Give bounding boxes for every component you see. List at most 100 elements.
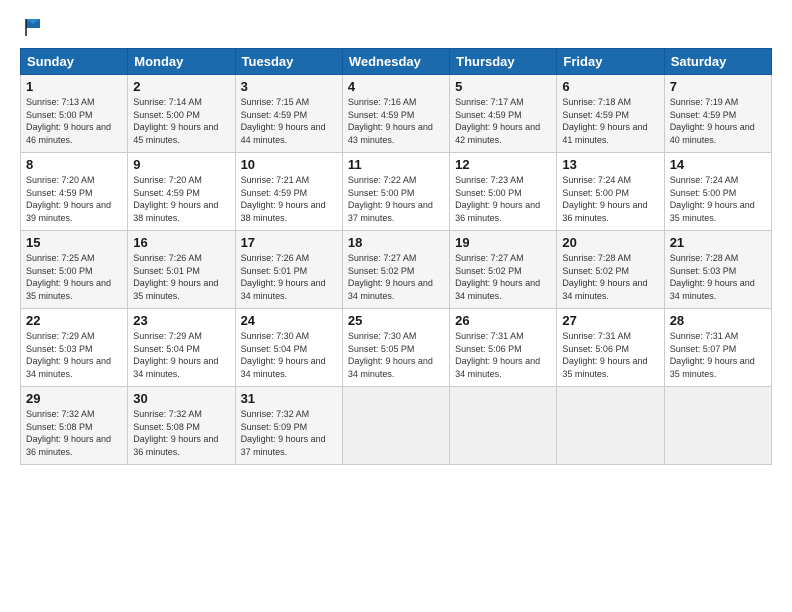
calendar-day-cell: 2 Sunrise: 7:14 AM Sunset: 5:00 PM Dayli… [128,75,235,153]
day-info: Sunrise: 7:24 AM Sunset: 5:00 PM Dayligh… [562,175,647,223]
day-number: 15 [26,235,122,250]
weekday-header: Tuesday [235,49,342,75]
day-number: 6 [562,79,658,94]
calendar-day-cell: 7 Sunrise: 7:19 AM Sunset: 4:59 PM Dayli… [664,75,771,153]
calendar-day-cell: 25 Sunrise: 7:30 AM Sunset: 5:05 PM Dayl… [342,309,449,387]
day-info: Sunrise: 7:21 AM Sunset: 4:59 PM Dayligh… [241,175,326,223]
day-number: 30 [133,391,229,406]
day-info: Sunrise: 7:27 AM Sunset: 5:02 PM Dayligh… [348,253,433,301]
day-number: 31 [241,391,337,406]
day-info: Sunrise: 7:28 AM Sunset: 5:03 PM Dayligh… [670,253,755,301]
day-number: 19 [455,235,551,250]
weekday-header: Friday [557,49,664,75]
calendar-table: SundayMondayTuesdayWednesdayThursdayFrid… [20,48,772,465]
day-number: 18 [348,235,444,250]
day-number: 26 [455,313,551,328]
calendar-day-cell: 16 Sunrise: 7:26 AM Sunset: 5:01 PM Dayl… [128,231,235,309]
day-info: Sunrise: 7:20 AM Sunset: 4:59 PM Dayligh… [26,175,111,223]
day-info: Sunrise: 7:22 AM Sunset: 5:00 PM Dayligh… [348,175,433,223]
calendar-day-cell: 9 Sunrise: 7:20 AM Sunset: 4:59 PM Dayli… [128,153,235,231]
day-number: 27 [562,313,658,328]
day-info: Sunrise: 7:24 AM Sunset: 5:00 PM Dayligh… [670,175,755,223]
day-number: 1 [26,79,122,94]
calendar-empty-cell [450,387,557,465]
weekday-header: Sunday [21,49,128,75]
day-info: Sunrise: 7:14 AM Sunset: 5:00 PM Dayligh… [133,97,218,145]
day-info: Sunrise: 7:31 AM Sunset: 5:07 PM Dayligh… [670,331,755,379]
day-number: 22 [26,313,122,328]
day-info: Sunrise: 7:27 AM Sunset: 5:02 PM Dayligh… [455,253,540,301]
day-number: 25 [348,313,444,328]
calendar-day-cell: 18 Sunrise: 7:27 AM Sunset: 5:02 PM Dayl… [342,231,449,309]
day-info: Sunrise: 7:26 AM Sunset: 5:01 PM Dayligh… [133,253,218,301]
day-info: Sunrise: 7:25 AM Sunset: 5:00 PM Dayligh… [26,253,111,301]
day-number: 11 [348,157,444,172]
calendar-week-row: 8 Sunrise: 7:20 AM Sunset: 4:59 PM Dayli… [21,153,772,231]
calendar-header-row: SundayMondayTuesdayWednesdayThursdayFrid… [21,49,772,75]
day-number: 8 [26,157,122,172]
day-info: Sunrise: 7:13 AM Sunset: 5:00 PM Dayligh… [26,97,111,145]
day-info: Sunrise: 7:19 AM Sunset: 4:59 PM Dayligh… [670,97,755,145]
day-info: Sunrise: 7:32 AM Sunset: 5:08 PM Dayligh… [133,409,218,457]
calendar-week-row: 15 Sunrise: 7:25 AM Sunset: 5:00 PM Dayl… [21,231,772,309]
day-info: Sunrise: 7:23 AM Sunset: 5:00 PM Dayligh… [455,175,540,223]
day-number: 13 [562,157,658,172]
calendar-day-cell: 11 Sunrise: 7:22 AM Sunset: 5:00 PM Dayl… [342,153,449,231]
calendar-day-cell: 1 Sunrise: 7:13 AM Sunset: 5:00 PM Dayli… [21,75,128,153]
day-info: Sunrise: 7:20 AM Sunset: 4:59 PM Dayligh… [133,175,218,223]
calendar-day-cell: 19 Sunrise: 7:27 AM Sunset: 5:02 PM Dayl… [450,231,557,309]
calendar-day-cell: 22 Sunrise: 7:29 AM Sunset: 5:03 PM Dayl… [21,309,128,387]
day-info: Sunrise: 7:30 AM Sunset: 5:05 PM Dayligh… [348,331,433,379]
calendar-empty-cell [664,387,771,465]
calendar-day-cell: 30 Sunrise: 7:32 AM Sunset: 5:08 PM Dayl… [128,387,235,465]
day-info: Sunrise: 7:17 AM Sunset: 4:59 PM Dayligh… [455,97,540,145]
calendar-week-row: 22 Sunrise: 7:29 AM Sunset: 5:03 PM Dayl… [21,309,772,387]
day-info: Sunrise: 7:16 AM Sunset: 4:59 PM Dayligh… [348,97,433,145]
day-number: 23 [133,313,229,328]
page: SundayMondayTuesdayWednesdayThursdayFrid… [0,0,792,612]
day-info: Sunrise: 7:29 AM Sunset: 5:03 PM Dayligh… [26,331,111,379]
calendar-day-cell: 3 Sunrise: 7:15 AM Sunset: 4:59 PM Dayli… [235,75,342,153]
day-number: 24 [241,313,337,328]
weekday-header: Monday [128,49,235,75]
day-number: 20 [562,235,658,250]
day-number: 14 [670,157,766,172]
day-number: 9 [133,157,229,172]
day-info: Sunrise: 7:15 AM Sunset: 4:59 PM Dayligh… [241,97,326,145]
calendar-empty-cell [557,387,664,465]
day-number: 28 [670,313,766,328]
calendar-empty-cell [342,387,449,465]
day-number: 4 [348,79,444,94]
calendar-day-cell: 10 Sunrise: 7:21 AM Sunset: 4:59 PM Dayl… [235,153,342,231]
day-number: 3 [241,79,337,94]
logo-text [20,16,44,38]
calendar-day-cell: 6 Sunrise: 7:18 AM Sunset: 4:59 PM Dayli… [557,75,664,153]
calendar-day-cell: 14 Sunrise: 7:24 AM Sunset: 5:00 PM Dayl… [664,153,771,231]
weekday-header: Wednesday [342,49,449,75]
day-number: 5 [455,79,551,94]
calendar-week-row: 1 Sunrise: 7:13 AM Sunset: 5:00 PM Dayli… [21,75,772,153]
calendar-day-cell: 12 Sunrise: 7:23 AM Sunset: 5:00 PM Dayl… [450,153,557,231]
day-info: Sunrise: 7:31 AM Sunset: 5:06 PM Dayligh… [455,331,540,379]
day-number: 2 [133,79,229,94]
calendar-day-cell: 4 Sunrise: 7:16 AM Sunset: 4:59 PM Dayli… [342,75,449,153]
calendar-week-row: 29 Sunrise: 7:32 AM Sunset: 5:08 PM Dayl… [21,387,772,465]
calendar-day-cell: 15 Sunrise: 7:25 AM Sunset: 5:00 PM Dayl… [21,231,128,309]
day-number: 7 [670,79,766,94]
day-number: 29 [26,391,122,406]
calendar-day-cell: 29 Sunrise: 7:32 AM Sunset: 5:08 PM Dayl… [21,387,128,465]
day-info: Sunrise: 7:32 AM Sunset: 5:08 PM Dayligh… [26,409,111,457]
day-number: 10 [241,157,337,172]
calendar-day-cell: 20 Sunrise: 7:28 AM Sunset: 5:02 PM Dayl… [557,231,664,309]
calendar-day-cell: 26 Sunrise: 7:31 AM Sunset: 5:06 PM Dayl… [450,309,557,387]
calendar-day-cell: 31 Sunrise: 7:32 AM Sunset: 5:09 PM Dayl… [235,387,342,465]
day-info: Sunrise: 7:31 AM Sunset: 5:06 PM Dayligh… [562,331,647,379]
calendar-day-cell: 8 Sunrise: 7:20 AM Sunset: 4:59 PM Dayli… [21,153,128,231]
calendar-day-cell: 13 Sunrise: 7:24 AM Sunset: 5:00 PM Dayl… [557,153,664,231]
calendar-day-cell: 28 Sunrise: 7:31 AM Sunset: 5:07 PM Dayl… [664,309,771,387]
day-number: 16 [133,235,229,250]
calendar-day-cell: 21 Sunrise: 7:28 AM Sunset: 5:03 PM Dayl… [664,231,771,309]
day-info: Sunrise: 7:30 AM Sunset: 5:04 PM Dayligh… [241,331,326,379]
day-info: Sunrise: 7:28 AM Sunset: 5:02 PM Dayligh… [562,253,647,301]
calendar-day-cell: 27 Sunrise: 7:31 AM Sunset: 5:06 PM Dayl… [557,309,664,387]
